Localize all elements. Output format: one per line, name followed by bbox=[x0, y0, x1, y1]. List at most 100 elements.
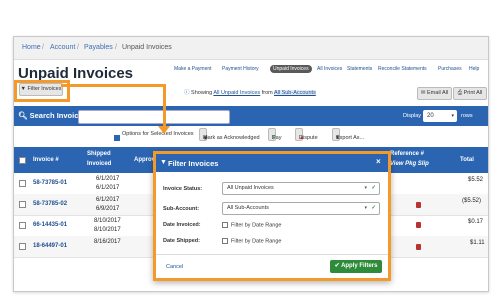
breadcrumb-account[interactable]: Account bbox=[50, 44, 75, 51]
breadcrumb-current: Unpaid Invoices bbox=[122, 44, 172, 51]
date-invoiced-label: Date Invoiced: bbox=[163, 222, 201, 228]
apply-filters-button[interactable]: ✔ Apply Filters bbox=[330, 260, 382, 273]
dispute-label: Dispute bbox=[299, 135, 318, 141]
export-button[interactable]: ⇪ Export As... ▾ bbox=[332, 128, 364, 141]
print-all-label: Print All bbox=[463, 90, 483, 96]
col-invoiced[interactable]: Invoiced bbox=[87, 161, 111, 167]
apply-filters-label: Apply Filters bbox=[341, 263, 378, 269]
breadcrumb: Home / Account / Payables / Unpaid Invoi… bbox=[14, 37, 488, 60]
date-invoiced-checkbox[interactable]: Filter by Date Range bbox=[222, 222, 281, 228]
info-icon: ⓘ bbox=[184, 90, 190, 96]
date-invoiced-option: Filter by Date Range bbox=[231, 222, 282, 229]
callout-arrowhead bbox=[158, 126, 170, 134]
filter-summary: ⓘ Showing All Unpaid Invoices from All S… bbox=[184, 88, 316, 96]
info-status-link[interactable]: All Unpaid Invoices bbox=[213, 90, 260, 96]
chevron-down-icon: ▾ bbox=[451, 113, 454, 119]
filter-invoices-button[interactable]: ▼ Filter Invoices bbox=[19, 83, 63, 96]
nav-statements[interactable]: Statements bbox=[347, 66, 372, 72]
row-checkbox[interactable] bbox=[19, 243, 26, 250]
nav-reconcile-statements[interactable]: Reconcile Statements bbox=[378, 66, 427, 72]
pdf-icon[interactable] bbox=[416, 202, 421, 208]
top-nav: Make a Payment Payment History Unpaid In… bbox=[174, 65, 486, 75]
breadcrumb-home[interactable]: Home bbox=[22, 44, 41, 51]
display-count-value: 20 bbox=[427, 113, 434, 119]
breadcrumb-payables[interactable]: Payables bbox=[84, 44, 113, 51]
row-checkbox[interactable] bbox=[19, 201, 26, 208]
shipped-date: 8/10/2017 bbox=[94, 218, 121, 224]
nav-payment-history[interactable]: Payment History bbox=[222, 66, 259, 72]
callout-connector bbox=[163, 84, 166, 126]
chevron-down-icon: ▾ bbox=[364, 205, 367, 211]
nav-help[interactable]: Help bbox=[469, 66, 479, 72]
nav-purchases[interactable]: Purchases bbox=[438, 66, 462, 72]
info-subaccount-link[interactable]: All Sub-Accounts bbox=[273, 90, 316, 96]
shipped-date: 6/1/2017 bbox=[96, 197, 120, 203]
chevron-down-icon: ▾ bbox=[364, 185, 367, 191]
invoice-status-select[interactable]: All Unpaid Invoices ▾ ✓ bbox=[222, 182, 380, 195]
breadcrumb-separator: / bbox=[77, 44, 79, 51]
email-icon: ✉ bbox=[420, 90, 426, 96]
export-label: Export As... bbox=[336, 135, 365, 141]
bulk-actions: Options for Selected Invoices ◉ Mark as … bbox=[14, 127, 488, 143]
checkbox-icon bbox=[114, 135, 120, 141]
rows-label: rows bbox=[461, 113, 473, 119]
invoice-link[interactable]: 18-64497-01 bbox=[33, 243, 67, 249]
options-checkbox[interactable] bbox=[114, 131, 120, 141]
date-shipped-checkbox[interactable]: Filter by Date Range bbox=[222, 238, 281, 244]
invoiced-date: 6/1/2017 bbox=[96, 185, 120, 191]
col-total[interactable]: Total bbox=[460, 157, 474, 163]
cancel-button[interactable]: Cancel bbox=[166, 264, 183, 270]
invoice-status-value: All Unpaid Invoices bbox=[227, 185, 274, 191]
col-shipped[interactable]: Shipped bbox=[87, 151, 111, 157]
invoice-status-label: Invoice Status: bbox=[163, 186, 203, 192]
date-shipped-option: Filter by Date Range bbox=[231, 238, 282, 245]
modal-footer: Cancel ✔ Apply Filters bbox=[156, 254, 388, 278]
row-checkbox[interactable] bbox=[19, 180, 26, 187]
modal-header: ▼ Filter Invoices × bbox=[156, 154, 388, 172]
shipped-date: 6/1/2017 bbox=[96, 176, 120, 182]
shipped-date: 8/16/2017 bbox=[94, 239, 121, 245]
invoice-link[interactable]: 66-14435-01 bbox=[33, 222, 67, 228]
filter-invoices-label: Filter Invoices bbox=[27, 86, 62, 92]
col-pkg-slip[interactable]: View Pkg Slip bbox=[390, 161, 429, 167]
invoiced-date: 8/10/2017 bbox=[94, 227, 121, 233]
invoice-link[interactable]: 58-73785-01 bbox=[33, 180, 67, 186]
check-icon: ✓ bbox=[371, 205, 376, 211]
pay-label: Pay bbox=[272, 135, 282, 141]
display-label: Display bbox=[403, 113, 422, 119]
col-invoice[interactable]: Invoice # bbox=[33, 157, 59, 163]
breadcrumb-separator: / bbox=[115, 44, 117, 51]
total-amount: $1.11 bbox=[470, 240, 485, 246]
funnel-icon: ▼ bbox=[20, 86, 26, 92]
nav-make-payment[interactable]: Make a Payment bbox=[174, 66, 212, 72]
checkbox-icon bbox=[222, 238, 228, 244]
date-shipped-label: Date Shipped: bbox=[163, 238, 200, 244]
checkbox-icon bbox=[222, 222, 228, 228]
pay-button[interactable]: $ Pay bbox=[268, 128, 281, 141]
total-amount: $5.52 bbox=[468, 177, 484, 183]
funnel-icon: ▼ bbox=[160, 159, 167, 166]
nav-all-invoices[interactable]: All Invoices bbox=[317, 66, 342, 72]
row-checkbox[interactable] bbox=[19, 222, 26, 229]
pdf-icon[interactable] bbox=[416, 244, 421, 250]
dispute-button[interactable]: ▲ Dispute bbox=[295, 128, 318, 141]
sub-account-select[interactable]: All Sub-Accounts ▾ ✓ bbox=[222, 202, 380, 215]
display-count-select[interactable]: 20 ▾ bbox=[423, 110, 457, 122]
col-reference[interactable]: Reference # bbox=[390, 151, 424, 157]
filter-modal: ▼ Filter Invoices × Invoice Status: All … bbox=[153, 151, 391, 281]
check-icon: ✓ bbox=[371, 185, 376, 191]
select-all-checkbox[interactable] bbox=[19, 157, 26, 164]
nav-unpaid-invoices[interactable]: Unpaid Invoices bbox=[270, 65, 312, 73]
mark-acknowledged-button[interactable]: ◉ Mark as Acknowledged bbox=[199, 128, 260, 141]
invoice-link[interactable]: 58-73785-02 bbox=[33, 201, 67, 207]
info-prefix: Showing bbox=[191, 90, 213, 96]
mark-acknowledged-label: Mark as Acknowledged bbox=[203, 135, 260, 141]
email-all-button[interactable]: ✉ Email All bbox=[417, 87, 452, 100]
pdf-icon[interactable] bbox=[416, 222, 421, 228]
total-amount: $0.17 bbox=[468, 219, 484, 225]
total-amount: ($5.52) bbox=[462, 198, 482, 204]
print-all-button[interactable]: ⎙ Print All bbox=[453, 87, 487, 100]
search-input[interactable] bbox=[78, 110, 230, 124]
callout-connector bbox=[61, 84, 165, 87]
close-icon[interactable]: × bbox=[376, 157, 381, 166]
